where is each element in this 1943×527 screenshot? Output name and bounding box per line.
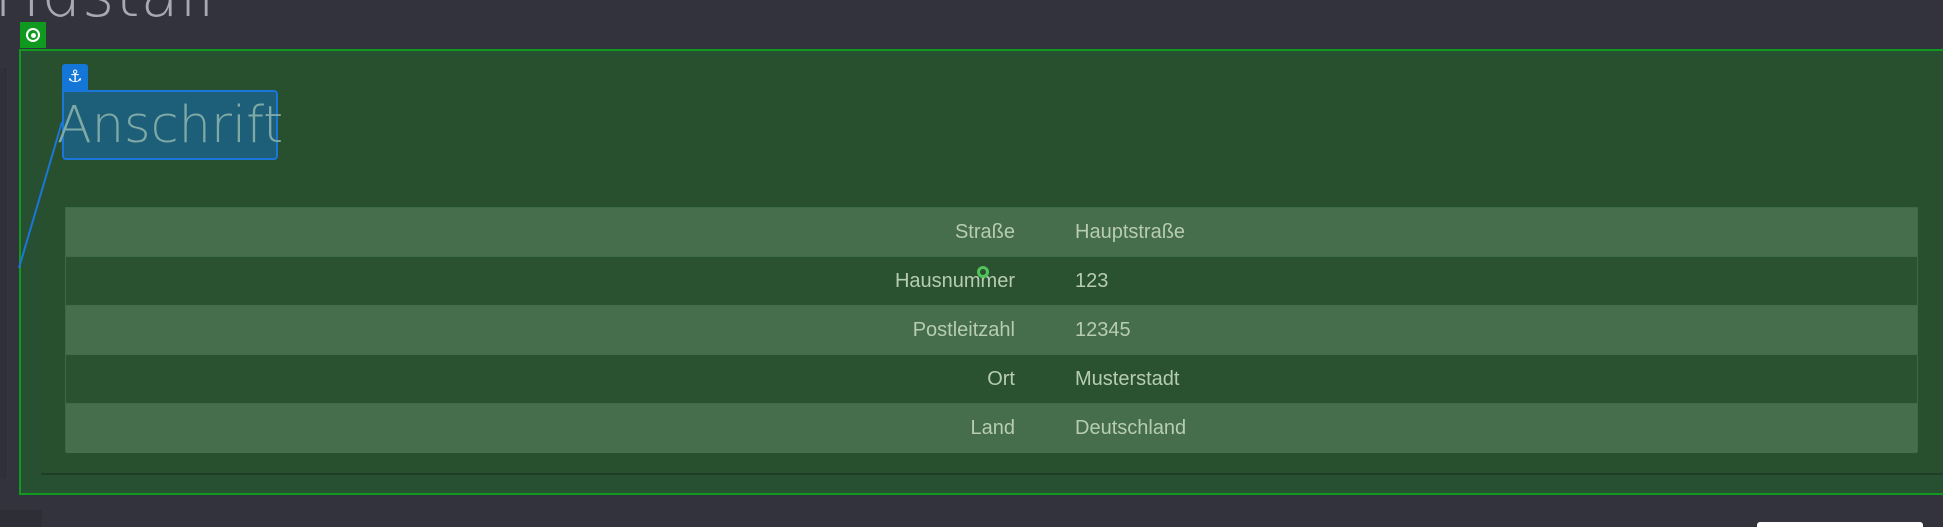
table-row: Straße Hauptstraße — [66, 208, 1917, 257]
row-label: Postleitzahl — [912, 318, 1015, 341]
row-label: Straße — [954, 220, 1015, 243]
row-value: 12345 — [1075, 318, 1131, 341]
address-table: Straße Hauptstraße Hausnummer 123 Postle… — [65, 207, 1918, 453]
drop-target-indicator[interactable] — [977, 266, 989, 278]
row-value: 123 — [1075, 269, 1109, 292]
editor-canvas: Hdstall ⚓ Anschrift Straße Hauptstraße H… — [0, 0, 1943, 527]
left-edge-panel — [0, 68, 6, 478]
table-row: Hausnummer 123 — [66, 257, 1917, 306]
table-row: Land Deutschland — [66, 404, 1917, 453]
row-label: Land — [970, 417, 1016, 439]
table-row: Postleitzahl 12345 — [66, 306, 1917, 355]
right-footer-stub[interactable] — [1757, 522, 1923, 527]
row-value: Deutschland — [1075, 417, 1187, 439]
row-value: Musterstadt — [1075, 367, 1180, 390]
row-value: Hauptstraße — [1075, 220, 1186, 243]
anchor-icon[interactable]: ⚓ — [62, 64, 88, 90]
section-heading[interactable]: Anschrift — [57, 92, 283, 158]
target-icon[interactable] — [20, 22, 46, 48]
left-footer-stub — [0, 510, 42, 527]
row-label: Hausnummer — [894, 269, 1015, 292]
row-label: Ort — [987, 367, 1015, 390]
table-row: Ort Musterstadt — [66, 355, 1917, 404]
